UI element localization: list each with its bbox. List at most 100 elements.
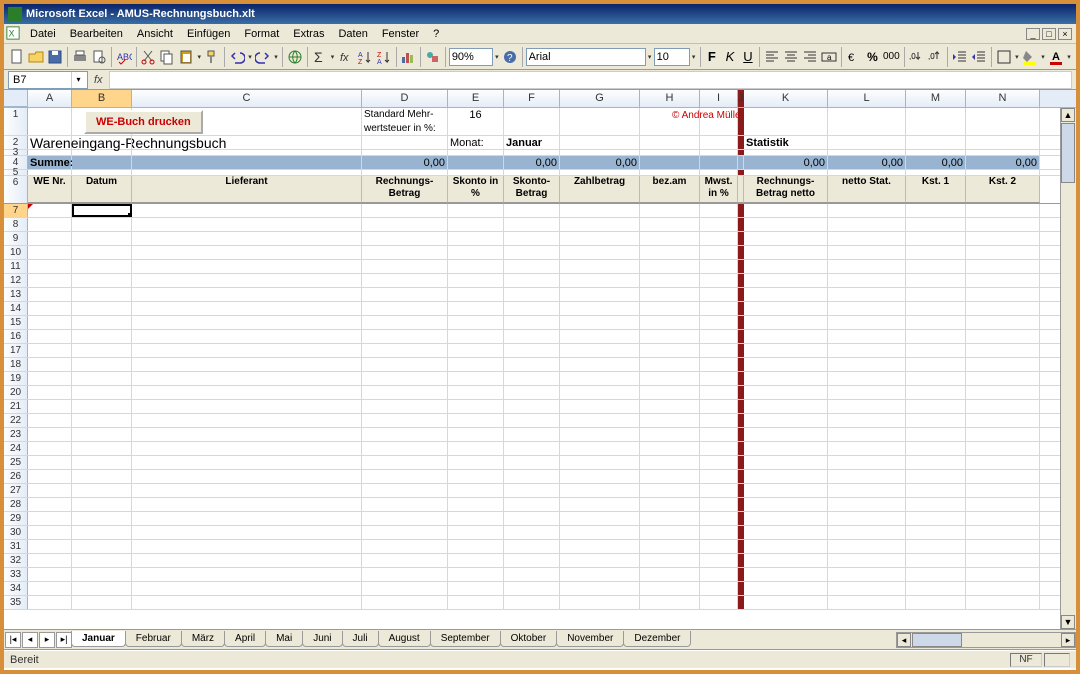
cell[interactable] [828,302,906,315]
vertical-scrollbar[interactable]: ▲ ▼ [1060,108,1076,629]
cell[interactable] [132,136,362,149]
cell[interactable] [966,330,1040,343]
cell[interactable] [828,316,906,329]
cell[interactable] [72,150,132,155]
cell[interactable] [504,442,560,455]
hscroll-thumb[interactable] [912,633,962,647]
cell[interactable] [700,302,738,315]
cell[interactable] [906,302,966,315]
cell[interactable] [828,400,906,413]
cell[interactable] [640,232,700,245]
cell[interactable] [828,470,906,483]
cell[interactable] [906,136,966,149]
cell[interactable] [828,596,906,609]
cell[interactable] [966,386,1040,399]
sheet-tab[interactable]: April [224,631,266,647]
undo-icon[interactable] [228,46,246,68]
redo-icon[interactable] [254,46,272,68]
cell[interactable] [744,526,828,539]
cell[interactable] [906,316,966,329]
cell[interactable] [448,470,504,483]
cell[interactable] [362,428,448,441]
cell[interactable]: Kst. 1 [906,176,966,203]
function-icon[interactable]: fx [337,46,355,68]
cell[interactable]: Zahlbetrag [560,176,640,203]
autosum-dropdown[interactable]: ▾ [330,46,336,68]
cell[interactable] [72,218,132,231]
cell[interactable]: 0,00 [504,156,560,169]
cell[interactable] [28,498,72,511]
cell[interactable] [744,596,828,609]
spellcheck-icon[interactable]: ABC [115,46,133,68]
cell[interactable]: WE-Buch drucken [72,108,132,135]
cell[interactable] [700,358,738,371]
cell[interactable] [132,540,362,553]
cell[interactable] [640,414,700,427]
cell[interactable] [640,596,700,609]
tab-next-icon[interactable]: ▸ [39,632,55,648]
cell[interactable] [362,372,448,385]
cell[interactable] [362,232,448,245]
cell[interactable] [504,246,560,259]
cell[interactable] [504,218,560,231]
cell[interactable] [828,526,906,539]
cell[interactable] [28,246,72,259]
cell[interactable] [966,400,1040,413]
cell[interactable] [448,484,504,497]
cell[interactable] [560,428,640,441]
cell[interactable] [448,442,504,455]
cell[interactable] [362,170,448,175]
cell[interactable] [132,568,362,581]
cell[interactable] [28,330,72,343]
cell[interactable] [906,150,966,155]
cell[interactable]: 0,00 [828,156,906,169]
cell[interactable] [132,512,362,525]
cell[interactable] [640,218,700,231]
cell[interactable]: Kst. 2 [966,176,1040,203]
cell[interactable] [744,512,828,525]
cell[interactable] [560,358,640,371]
font-size-dropdown[interactable]: ▾ [691,46,697,68]
cell[interactable] [700,330,738,343]
cell[interactable]: Skonto in % [448,176,504,203]
cell[interactable] [966,582,1040,595]
cell[interactable] [828,568,906,581]
cell[interactable] [448,218,504,231]
cell[interactable] [560,442,640,455]
formula-input[interactable] [109,71,1072,89]
cell[interactable] [700,136,738,149]
cell[interactable] [132,414,362,427]
cell[interactable] [28,218,72,231]
cell[interactable] [906,512,966,525]
cell[interactable] [28,470,72,483]
cell[interactable] [906,358,966,371]
cell[interactable] [72,170,132,175]
window-close-button[interactable]: × [1058,28,1072,40]
cell[interactable] [72,386,132,399]
row-header[interactable]: 13 [4,288,28,301]
cell[interactable] [744,540,828,553]
cell[interactable] [448,554,504,567]
cell[interactable] [744,428,828,441]
format-painter-icon[interactable] [203,46,221,68]
cell[interactable] [28,302,72,315]
cell[interactable] [72,484,132,497]
cell[interactable] [700,582,738,595]
align-right-icon[interactable] [801,46,819,68]
sheet-tab[interactable]: Mai [265,631,303,647]
row-header[interactable]: 8 [4,218,28,231]
row-header[interactable]: 14 [4,302,28,315]
sheet-tab[interactable]: Oktober [500,631,558,647]
cell[interactable]: WE Nr. [28,176,72,203]
cell[interactable] [700,316,738,329]
print-icon[interactable] [71,46,89,68]
cell[interactable] [906,330,966,343]
italic-icon[interactable]: K [721,46,738,68]
cell[interactable] [504,554,560,567]
name-box[interactable]: ▾ [8,71,88,89]
cell[interactable]: 16 [448,108,504,135]
cell[interactable] [828,540,906,553]
cell[interactable] [828,330,906,343]
cell[interactable] [640,526,700,539]
cell[interactable] [560,204,640,217]
